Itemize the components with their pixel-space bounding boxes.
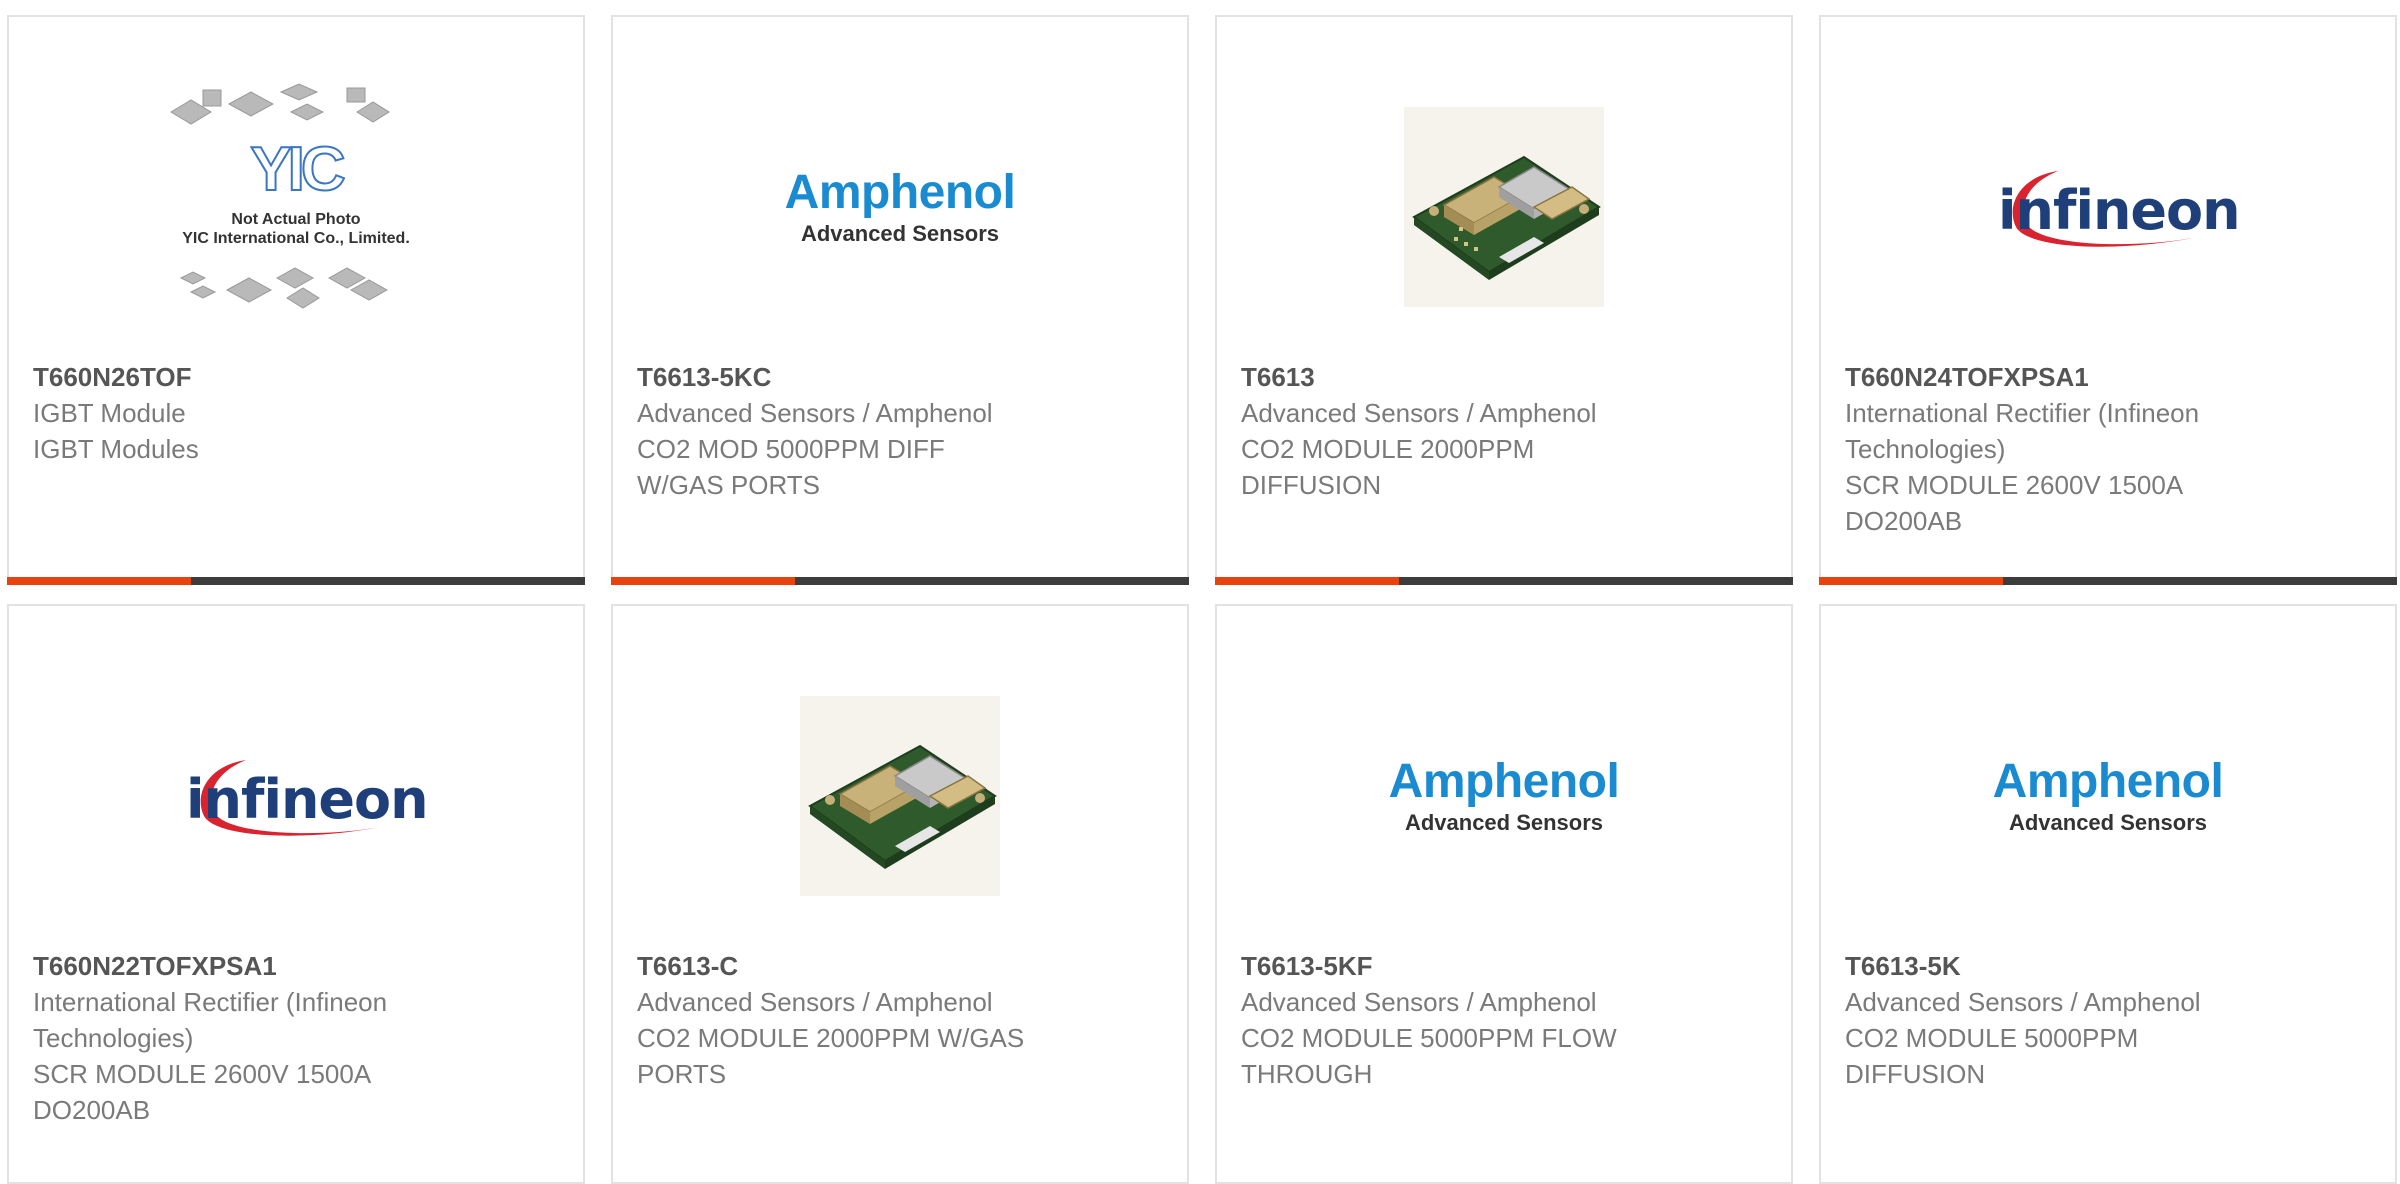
part-number-link[interactable]: T6613-5K (1845, 948, 2371, 984)
product-image[interactable]: infineon (1821, 67, 2395, 347)
product-card[interactable]: infineon T660N22TOFXPSA1 International R… (7, 604, 585, 1184)
amphenol-logo: Amphenol Advanced Sensors (1993, 758, 2224, 834)
manufacturer: International Rectifier (Infineon (1845, 398, 2200, 428)
product-description: CO2 MODULE 2000PPM W/GAS (637, 1023, 1025, 1053)
manufacturer: Advanced Sensors / Amphenol (1241, 987, 1597, 1017)
part-number-link[interactable]: T660N22TOFXPSA1 (33, 948, 559, 984)
logo-name: Amphenol (1388, 755, 1620, 808)
product-info: T6613-5KC Advanced Sensors / Amphenol CO… (637, 359, 1163, 503)
product-description: DO200AB (33, 1095, 151, 1125)
product-description: CO2 MODULE 5000PPM (1845, 1023, 2139, 1053)
product-description: DIFFUSION (1845, 1059, 1986, 1089)
amphenol-logo: Amphenol Advanced Sensors (785, 169, 1016, 245)
logo-name: infineon (186, 768, 429, 831)
manufacturer: Advanced Sensors / Amphenol (1845, 987, 2201, 1017)
caption-line: Not Actual Photo (231, 211, 361, 228)
logo-sub: Advanced Sensors (1404, 810, 1604, 835)
logo-name: infineon (1998, 179, 2241, 242)
card-accent-bar (1819, 577, 2397, 585)
infineon-logo: infineon (186, 746, 429, 846)
sensor-module-photo (1404, 107, 1604, 307)
card-accent-bar (1215, 577, 1793, 585)
product-image[interactable] (613, 656, 1187, 936)
yic-logo-text: YIC (249, 134, 346, 205)
product-card[interactable]: Amphenol Advanced Sensors T6613-5KC Adva… (611, 15, 1189, 585)
accent-segment (7, 577, 191, 585)
product-description: W/GAS PORTS (637, 470, 820, 500)
part-number-link[interactable]: T6613-5KF (1241, 948, 1767, 984)
product-description: IGBT Modules (33, 434, 199, 464)
product-card[interactable]: infineon T660N24TOFXPSA1 International R… (1819, 15, 2397, 585)
product-grid: YIC Not Actual Photo YIC International C… (0, 0, 2400, 1184)
logo-sub: Advanced Sensors (2008, 810, 2208, 835)
logo-name: Amphenol (1992, 755, 2224, 808)
product-info: T660N22TOFXPSA1 International Rectifier … (33, 948, 559, 1128)
product-info: T660N24TOFXPSA1 International Rectifier … (1845, 359, 2371, 539)
product-card[interactable]: YIC Not Actual Photo YIC International C… (7, 15, 585, 585)
product-description: CO2 MODULE 2000PPM (1241, 434, 1535, 464)
product-description: CO2 MODULE 5000PPM FLOW (1241, 1023, 1617, 1053)
product-description: SCR MODULE 2600V 1500A (33, 1059, 372, 1089)
product-info: T6613-5K Advanced Sensors / Amphenol CO2… (1845, 948, 2371, 1092)
card-accent-bar (7, 577, 585, 585)
part-number-link[interactable]: T6613-C (637, 948, 1163, 984)
product-description: DO200AB (1845, 506, 1963, 536)
yic-placeholder-image: YIC Not Actual Photo YIC International C… (151, 82, 441, 332)
product-card[interactable]: T6613 Advanced Sensors / Amphenol CO2 MO… (1215, 15, 1793, 585)
manufacturer: International Rectifier (Infineon (33, 987, 388, 1017)
logo-sub: Advanced Sensors (800, 221, 1000, 246)
product-image[interactable]: Amphenol Advanced Sensors (1217, 656, 1791, 936)
product-image[interactable]: YIC Not Actual Photo YIC International C… (9, 67, 583, 347)
infineon-logo: infineon (1998, 157, 2241, 257)
part-number-link[interactable]: T6613-5KC (637, 359, 1163, 395)
caption-line: YIC International Co., Limited. (182, 230, 410, 247)
manufacturer: Advanced Sensors / Amphenol (637, 987, 993, 1017)
product-info: T660N26TOF IGBT Module IGBT Modules (33, 359, 559, 467)
product-description: THROUGH (1241, 1059, 1373, 1089)
part-number-link[interactable]: T6613 (1241, 359, 1767, 395)
sensor-module-photo (800, 696, 1000, 896)
product-description: CO2 MOD 5000PPM DIFF (637, 434, 945, 464)
accent-segment (1819, 577, 2003, 585)
product-info: T6613 Advanced Sensors / Amphenol CO2 MO… (1241, 359, 1767, 503)
manufacturer: Technologies) (1845, 434, 2006, 464)
card-accent-bar (611, 577, 1189, 585)
product-card[interactable]: T6613-C Advanced Sensors / Amphenol CO2 … (611, 604, 1189, 1184)
manufacturer: Advanced Sensors / Amphenol (637, 398, 993, 428)
product-image[interactable]: infineon (9, 656, 583, 936)
product-description: SCR MODULE 2600V 1500A (1845, 470, 2184, 500)
accent-segment (1215, 577, 1399, 585)
product-image[interactable]: Amphenol Advanced Sensors (1821, 656, 2395, 936)
product-card[interactable]: Amphenol Advanced Sensors T6613-5K Advan… (1819, 604, 2397, 1184)
product-image[interactable]: Amphenol Advanced Sensors (613, 67, 1187, 347)
amphenol-logo: Amphenol Advanced Sensors (1389, 758, 1620, 834)
part-number-link[interactable]: T660N24TOFXPSA1 (1845, 359, 2371, 395)
manufacturer: Advanced Sensors / Amphenol (1241, 398, 1597, 428)
product-info: T6613-C Advanced Sensors / Amphenol CO2 … (637, 948, 1163, 1092)
product-info: T6613-5KF Advanced Sensors / Amphenol CO… (1241, 948, 1767, 1092)
product-description: DIFFUSION (1241, 470, 1382, 500)
logo-name: Amphenol (784, 166, 1016, 219)
product-card[interactable]: Amphenol Advanced Sensors T6613-5KF Adva… (1215, 604, 1793, 1184)
product-description: PORTS (637, 1059, 727, 1089)
part-number-link[interactable]: T660N26TOF (33, 359, 559, 395)
image-caption: Not Actual Photo YIC International Co., … (151, 210, 441, 248)
accent-segment (611, 577, 795, 585)
manufacturer: Technologies) (33, 1023, 194, 1053)
product-category: IGBT Module (33, 398, 186, 428)
product-image[interactable] (1217, 67, 1791, 347)
